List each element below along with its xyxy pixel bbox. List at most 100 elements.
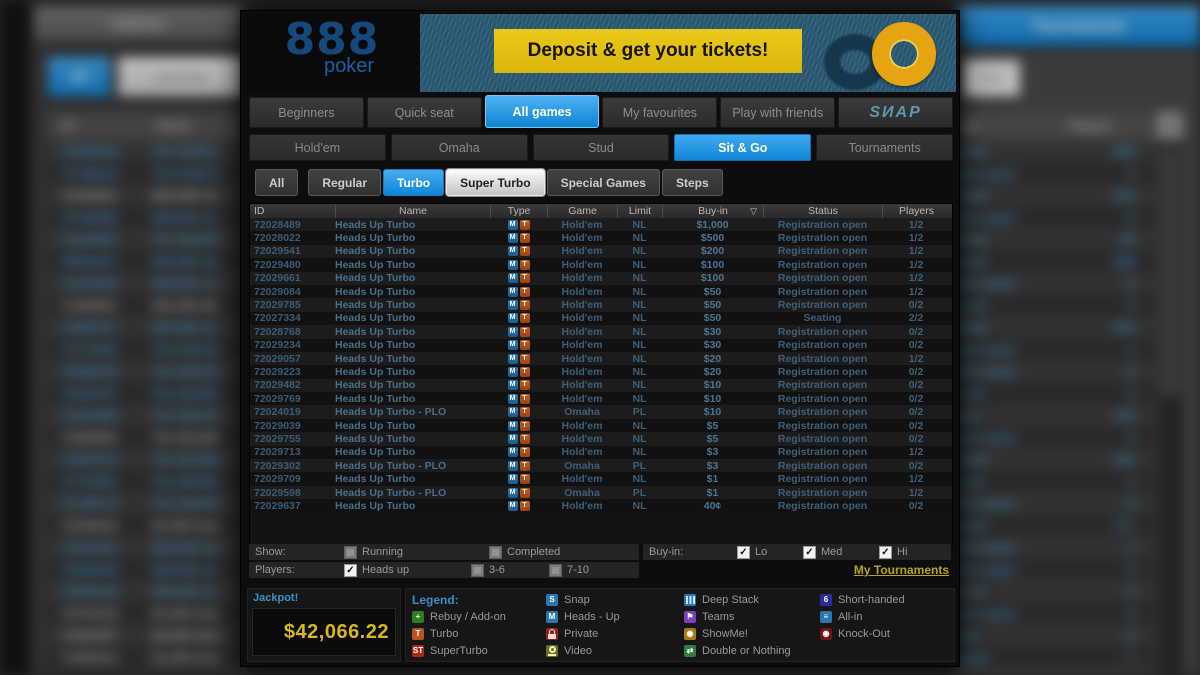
table-row[interactable]: 72028489Heads Up TurboMTHold'emNL$1,000R… — [250, 218, 952, 231]
checked-checkbox-icon[interactable]: ✓ — [803, 546, 816, 559]
table-row[interactable]: 72029661Heads Up TurboMTHold'emNL$100Reg… — [250, 272, 952, 285]
heads-up-icon: M — [508, 287, 518, 297]
table-row[interactable]: 72029637Heads Up TurboMTHold'emNL40¢Regi… — [250, 499, 952, 512]
my-tournaments-link[interactable]: My Tournaments — [854, 562, 949, 578]
table-row[interactable]: 72028768Heads Up TurboMTHold'emNL$30Regi… — [250, 325, 952, 338]
table-row[interactable]: 72027334Heads Up TurboMTHold'emNL$50Seat… — [250, 312, 952, 325]
table-row[interactable]: 72028022Heads Up TurboMTHold'emNL$500Reg… — [250, 231, 952, 244]
brand-logo: 888 poker — [244, 14, 420, 92]
table-row[interactable]: 72029480Heads Up TurboMTHold'emNL$100Reg… — [250, 258, 952, 271]
table-row[interactable]: 72029084Heads Up TurboMTHold'emNL$50Regi… — [250, 285, 952, 298]
legend-label: Rebuy / Add-on — [430, 611, 506, 623]
cell-type: MT — [490, 246, 547, 256]
table-row[interactable]: 72029713Heads Up TurboMTHold'emNL$3Regis… — [250, 446, 952, 459]
tab-hold-em[interactable]: Hold'em — [249, 134, 386, 161]
legend-item-snap: SSnap — [546, 591, 620, 608]
column-header-id[interactable]: ID — [250, 204, 335, 218]
cell-name: Heads Up Turbo — [335, 446, 490, 458]
column-header-limit[interactable]: Limit — [617, 204, 662, 218]
column-header-buy-in[interactable]: Buy-in▽ — [662, 204, 763, 218]
filter-button-regular[interactable]: Regular — [308, 169, 381, 196]
table-row[interactable]: 72029755Heads Up TurboMTHold'emNL$5Regis… — [250, 432, 952, 445]
cell-type: MT — [490, 421, 547, 431]
column-header-players[interactable]: Players — [882, 204, 950, 218]
tab-quick-seat[interactable]: Quick seat — [367, 97, 482, 128]
legend-item-short-handed: 6Short-handed — [820, 591, 905, 608]
table-row[interactable]: 72029709Heads Up TurboMTHold'emNL$1Regis… — [250, 472, 952, 485]
cell-players: 1/2 — [882, 232, 950, 244]
heads-up-icon: M — [546, 611, 558, 623]
tab-stud[interactable]: Stud — [533, 134, 670, 161]
promo-banner[interactable]: Deposit & get your tickets! — [420, 14, 956, 92]
table-row[interactable]: 72029302Heads Up Turbo - PLOMTOmahaPL$3R… — [250, 459, 952, 472]
table-row[interactable]: 72029057Heads Up TurboMTHold'emNL$20Regi… — [250, 352, 952, 365]
unchecked-checkbox-icon[interactable] — [471, 564, 484, 577]
column-header-type[interactable]: Type — [490, 204, 547, 218]
filter-button-turbo[interactable]: Turbo — [383, 169, 444, 196]
cell-type: MT — [490, 461, 547, 471]
filter-button-steps[interactable]: Steps — [662, 169, 723, 196]
table-row[interactable]: 72029785Heads Up TurboMTHold'emNL$50Regi… — [250, 298, 952, 311]
cell-type: MT — [490, 300, 547, 310]
checkbox-option-7-10[interactable]: 7-10 — [549, 562, 589, 578]
cell-status: Registration open — [763, 353, 882, 365]
checkbox-option-med[interactable]: ✓ Med — [803, 544, 842, 560]
checked-checkbox-icon[interactable]: ✓ — [879, 546, 892, 559]
checked-checkbox-icon[interactable]: ✓ — [737, 546, 750, 559]
table-row[interactable]: 72029769Heads Up TurboMTHold'emNL$10Regi… — [250, 392, 952, 405]
checked-checkbox-icon[interactable]: ✓ — [344, 564, 357, 577]
sort-descending-icon[interactable]: ▽ — [750, 206, 757, 217]
cell-type: MT — [490, 260, 547, 270]
table-row[interactable]: 72029039Heads Up TurboMTHold'emNL$5Regis… — [250, 419, 952, 432]
legend-item-rebuy-add-on: +Rebuy / Add-on — [412, 608, 506, 625]
filter-button-all[interactable]: All — [255, 169, 298, 196]
tab-beginners[interactable]: Beginners — [249, 97, 364, 128]
cell-id: 72028489 — [250, 219, 335, 231]
unchecked-checkbox-icon[interactable] — [489, 546, 502, 559]
column-header-status[interactable]: Status — [763, 204, 882, 218]
checkbox-option-3-6[interactable]: 3-6 — [471, 562, 505, 578]
table-body: 72028489Heads Up TurboMTHold'emNL$1,000R… — [250, 218, 952, 513]
cell-id: 72029661 — [250, 272, 335, 284]
tab-my-favourites[interactable]: My favourites — [602, 97, 717, 128]
filter-button-super-turbo[interactable]: Super Turbo — [446, 169, 544, 196]
tab-s-ap[interactable]: SИAP — [838, 97, 953, 128]
table-row[interactable]: 72029541Heads Up TurboMTHold'emNL$200Reg… — [250, 245, 952, 258]
tab-all-games[interactable]: All games — [485, 95, 600, 128]
cell-game: Hold'em — [547, 473, 617, 485]
checkbox-option-hi[interactable]: ✓Hi — [879, 544, 907, 560]
cell-limit: NL — [617, 353, 662, 365]
table-row[interactable]: 72029482Heads Up TurboMTHold'emNL$10Regi… — [250, 379, 952, 392]
checkbox-option-lo[interactable]: ✓Lo — [737, 544, 767, 560]
cell-players: 0/2 — [882, 433, 950, 445]
unchecked-checkbox-icon[interactable] — [344, 546, 357, 559]
turbo-icon: T — [520, 273, 530, 283]
cell-limit: NL — [617, 366, 662, 378]
turbo-icon: T — [520, 220, 530, 230]
cell-buyin: $1,000 — [662, 219, 763, 231]
turbo-icon: T — [520, 407, 530, 417]
cell-players: 0/2 — [882, 393, 950, 405]
table-row[interactable]: 72029234Heads Up TurboMTHold'emNL$30Regi… — [250, 339, 952, 352]
tab-tournaments[interactable]: Tournaments — [816, 134, 953, 161]
deposit-tickets-button[interactable]: Deposit & get your tickets! — [494, 29, 802, 73]
cell-type: MT — [490, 488, 547, 498]
swim-ring-icon — [872, 22, 936, 86]
legend-label: All-in — [838, 611, 862, 623]
checkbox-label: Med — [821, 546, 842, 558]
cell-buyin: $30 — [662, 326, 763, 338]
checkbox-option-heads-up[interactable]: ✓Heads up — [344, 562, 409, 578]
checkbox-option-completed[interactable]: Completed — [489, 544, 560, 560]
tab-sit-go[interactable]: Sit & Go — [674, 134, 811, 161]
unchecked-checkbox-icon[interactable] — [549, 564, 562, 577]
tab-play-with-friends[interactable]: Play with friends — [720, 97, 835, 128]
checkbox-option-running[interactable]: Running — [344, 544, 403, 560]
table-row[interactable]: 72024019Heads Up Turbo - PLOMTOmahaPL$10… — [250, 405, 952, 418]
filter-button-special-games[interactable]: Special Games — [547, 169, 660, 196]
table-row[interactable]: 72029598Heads Up Turbo - PLOMTOmahaPL$1R… — [250, 486, 952, 499]
tab-omaha[interactable]: Omaha — [391, 134, 528, 161]
column-header-name[interactable]: Name — [335, 204, 490, 218]
table-row[interactable]: 72029223Heads Up TurboMTHold'emNL$20Regi… — [250, 365, 952, 378]
column-header-game[interactable]: Game — [547, 204, 617, 218]
legend-column-1: Legend: +Rebuy / Add-onTTurboSTSuperTurb… — [412, 591, 506, 659]
